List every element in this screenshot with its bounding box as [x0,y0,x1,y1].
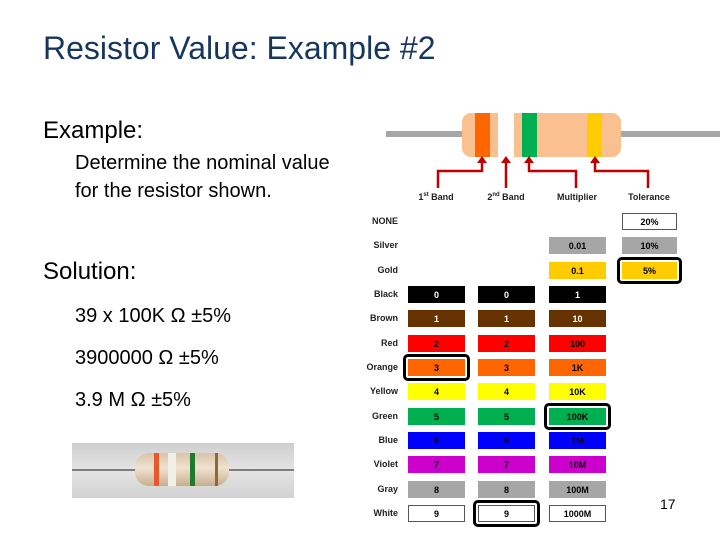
highlight-box-white [473,500,540,527]
photo-band-1 [154,453,159,486]
header-superscript: nd [492,192,500,198]
cell-gray-band2: 8 [478,481,535,498]
arrowhead-icon [524,156,534,163]
cell-silver-multiplier: 0.01 [549,237,606,254]
arrow-multiplier [527,162,578,188]
cell-red-band2: 2 [478,335,535,352]
photo-band-4 [215,453,218,486]
highlight-box-orange [403,354,470,381]
photo-band-3 [190,453,195,486]
cell-violet-band1: 7 [408,456,465,473]
header-2nd-band: 2nd Band [466,192,546,202]
highlight-box-green [544,403,611,430]
photo-band-2 [168,453,176,486]
cell-yellow-multiplier: 10K [549,383,606,400]
arrow-band-1 [436,162,484,188]
cell-green-band1: 5 [408,408,465,425]
row-label-blue: Blue [378,435,398,445]
cell-yellow-band2: 4 [478,383,535,400]
cell-red-multiplier: 100 [549,335,606,352]
cell-violet-band2: 7 [478,456,535,473]
row-label-yellow: Yellow [369,386,398,396]
cell-black-band1: 0 [408,286,465,303]
slide-title: Resistor Value: Example #2 [43,30,436,66]
diagram-band-2 [498,113,514,157]
row-label-black: Black [373,289,398,299]
row-label-orange: Orange [366,362,398,372]
header-text: Band [428,192,454,202]
cell-white-band1: 9 [408,505,465,522]
header-text: Band [499,192,525,202]
row-label-none: NONE [371,216,398,226]
solution-line: 39 x 100K Ω ±5% [75,305,232,327]
arrowhead-icon [477,156,487,163]
page-number: 17 [660,496,676,512]
row-label-silver: Silver [373,240,398,250]
cell-blue-band2: 6 [478,432,535,449]
header-tolerance: Tolerance [628,192,670,202]
cell-orange-band2: 3 [478,359,535,376]
arrow-tolerance [593,162,650,188]
row-label-brown: Brown [370,313,398,323]
row-label-white: White [373,508,399,518]
solution-line: 3900000 Ω ±5% [75,347,219,369]
diagram-band-3 [522,113,537,157]
cell-orange-multiplier: 1K [549,359,606,376]
cell-gray-band1: 8 [408,481,465,498]
example-heading: Example: [43,117,144,144]
cell-gray-multiplier: 100M [549,481,606,498]
cell-gold-multiplier: 0.1 [549,262,606,279]
highlight-box-gold [617,257,682,284]
cell-brown-band1: 1 [408,310,465,327]
cell-blue-multiplier: 1M [549,432,606,449]
cell-red-band1: 2 [408,335,465,352]
cell-none-tolerance: 20% [622,213,677,230]
row-label-red: Red [380,338,398,348]
cell-green-band2: 5 [478,408,535,425]
cell-black-multiplier: 1 [549,286,606,303]
diagram-band-1 [475,113,490,157]
cell-brown-multiplier: 10 [549,310,606,327]
row-label-gray: Gray [377,484,398,494]
header-1st-band: 1st Band [396,192,476,202]
diagram-resistor-body [462,113,621,157]
cell-yellow-band1: 4 [408,383,465,400]
diagram-lead-wire [386,131,720,137]
cell-brown-band2: 1 [478,310,535,327]
cell-violet-multiplier: 10M [549,456,606,473]
row-label-violet: Violet [373,459,398,469]
diagram-band-4 [587,113,602,157]
row-label-green: Green [371,411,398,421]
resistor-photo [72,443,294,498]
cell-black-band2: 0 [478,286,535,303]
solution-line: 3.9 M Ω ±5% [75,389,191,411]
arrowhead-icon [501,156,511,163]
row-label-gold: Gold [377,265,399,275]
arrowhead-icon [590,156,600,163]
cell-white-multiplier: 1000M [549,505,606,522]
header-multiplier: Multiplier [557,192,597,202]
cell-blue-band1: 6 [408,432,465,449]
example-text: Determine the nominal value for the resi… [75,152,330,202]
cell-silver-tolerance: 10% [622,237,677,254]
solution-heading: Solution: [43,258,137,285]
